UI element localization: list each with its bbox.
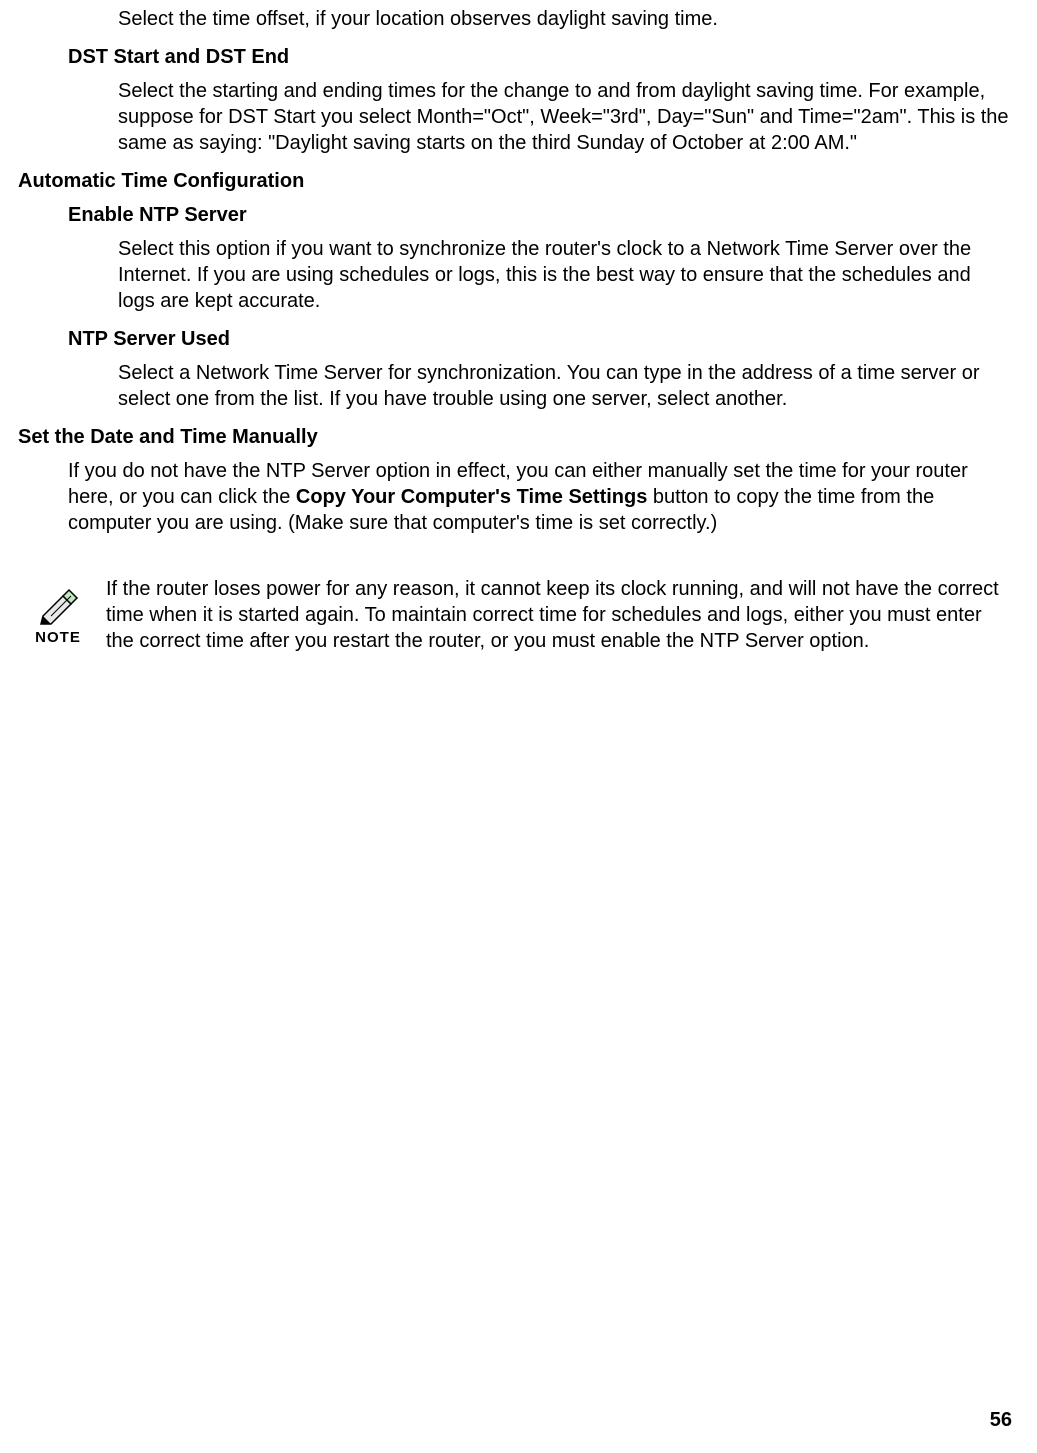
copy-computer-time-label: Copy Your Computer's Time Settings bbox=[296, 486, 647, 508]
note-icon: NOTE bbox=[18, 576, 98, 648]
dst-start-end-heading: DST Start and DST End bbox=[68, 44, 1012, 70]
enable-ntp-heading: Enable NTP Server bbox=[68, 202, 1012, 228]
dst-offset-text: Select the time offset, if your location… bbox=[118, 6, 1012, 32]
set-date-time-manually-heading: Set the Date and Time Manually bbox=[18, 424, 1012, 450]
dst-start-end-text: Select the starting and ending times for… bbox=[118, 78, 1012, 156]
ntp-server-used-text: Select a Network Time Server for synchro… bbox=[118, 360, 1012, 412]
enable-ntp-text: Select this option if you want to synchr… bbox=[118, 236, 1012, 314]
note-text: If the router loses power for any reason… bbox=[106, 576, 1012, 654]
automatic-time-heading: Automatic Time Configuration bbox=[18, 168, 1012, 194]
set-date-time-manually-text: If you do not have the NTP Server option… bbox=[68, 458, 1012, 536]
ntp-server-used-heading: NTP Server Used bbox=[68, 326, 1012, 352]
page-number: 56 bbox=[990, 1407, 1012, 1433]
note-block: NOTE If the router loses power for any r… bbox=[18, 576, 1037, 654]
note-label: NOTE bbox=[18, 628, 98, 648]
